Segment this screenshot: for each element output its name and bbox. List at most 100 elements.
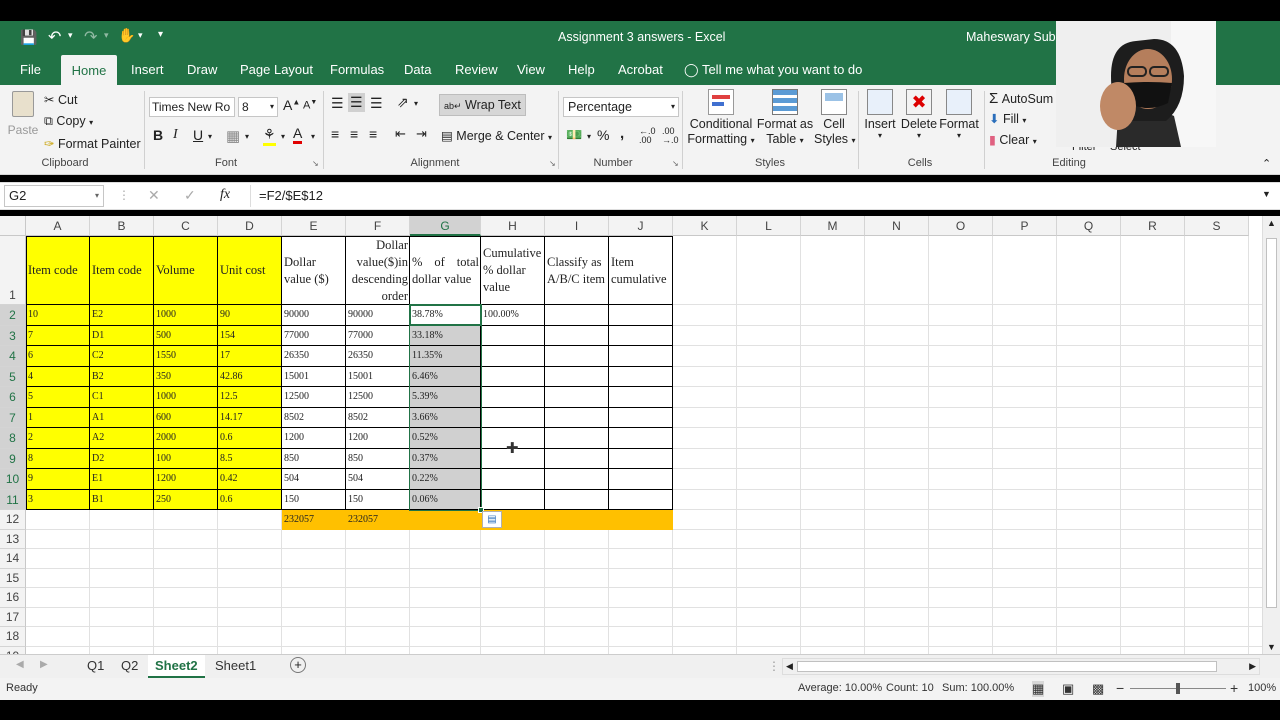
undo-dropdown-icon[interactable]: ▾ (68, 30, 73, 41)
column-header-o[interactable]: O (929, 216, 993, 236)
header-cell-d[interactable]: Unit cost (218, 236, 282, 305)
tab-help[interactable]: Help (558, 53, 605, 85)
data-cell-d10[interactable]: 0.42 (218, 469, 282, 490)
tab-file[interactable]: File (10, 53, 51, 85)
data-cell-d11[interactable]: 0.6 (218, 490, 282, 511)
data-cell-d5[interactable]: 42.86 (218, 367, 282, 388)
orientation-dropdown-icon[interactable]: ▾ (414, 99, 418, 108)
font-color-icon[interactable]: A (293, 125, 303, 144)
column-header-m[interactable]: M (801, 216, 865, 236)
data-cell-d9[interactable]: 8.5 (218, 449, 282, 470)
data-cell-d8[interactable]: 0.6 (218, 428, 282, 449)
total-cell-f[interactable]: 232057 (346, 510, 410, 530)
row-header-19[interactable]: 19 (0, 646, 26, 654)
data-cell-b7[interactable]: A1 (90, 408, 154, 429)
name-box[interactable]: G2 ▾ (4, 185, 104, 207)
increase-decimal-icon[interactable]: ←.0.00 (639, 127, 656, 145)
header-cell-g[interactable]: % of total dollar value (410, 236, 481, 305)
zoom-in-icon[interactable]: + (1230, 680, 1238, 696)
borders-dropdown-icon[interactable]: ▾ (245, 132, 249, 141)
data-cell-d2[interactable]: 90 (218, 305, 282, 326)
align-top-icon[interactable]: ☰ (331, 95, 344, 112)
data-cell-e6[interactable]: 12500 (282, 387, 346, 408)
decrease-indent-icon[interactable]: ⇤ (395, 126, 406, 142)
scroll-right-icon[interactable]: ▶ (1249, 661, 1256, 672)
align-right-icon[interactable]: ≡ (369, 126, 377, 142)
data-cell-d7[interactable]: 14.17 (218, 408, 282, 429)
data-cell-b5[interactable]: B2 (90, 367, 154, 388)
prev-sheet-icon[interactable]: ◀ (16, 659, 24, 670)
font-launcher-icon[interactable]: ↘ (312, 159, 319, 168)
data-cell-a6[interactable]: 5 (26, 387, 90, 408)
insert-function-button[interactable]: fx (220, 187, 230, 203)
column-header-e[interactable]: E (282, 216, 346, 236)
collapse-ribbon-icon[interactable]: ⌃ (1262, 157, 1271, 170)
data-cell-h11[interactable] (481, 490, 545, 511)
row-header-5[interactable]: 5 (0, 366, 26, 387)
undo-icon[interactable]: ↶ (48, 27, 61, 47)
enter-icon[interactable]: ✓ (184, 187, 196, 204)
data-cell-b6[interactable]: C1 (90, 387, 154, 408)
touch-mode-icon[interactable]: ✋ (118, 27, 135, 44)
font-color-dropdown-icon[interactable]: ▾ (311, 132, 315, 141)
zoom-level[interactable]: 100% (1248, 682, 1276, 694)
data-cell-f5[interactable]: 15001 (346, 367, 410, 388)
data-cell-h6[interactable] (481, 387, 545, 408)
data-cell-a9[interactable]: 8 (26, 449, 90, 470)
column-header-l[interactable]: L (737, 216, 801, 236)
column-header-s[interactable]: S (1185, 216, 1249, 236)
row-header-3[interactable]: 3 (0, 325, 26, 346)
row-header-12[interactable]: 12 (0, 510, 26, 530)
tab-split-icon[interactable]: ⋮ (768, 659, 780, 673)
data-cell-h7[interactable] (481, 408, 545, 429)
row-header-17[interactable]: 17 (0, 607, 26, 627)
data-cell-a7[interactable]: 1 (26, 408, 90, 429)
data-cell-b8[interactable]: A2 (90, 428, 154, 449)
tab-home[interactable]: Home (61, 55, 117, 85)
data-cell-a10[interactable]: 9 (26, 469, 90, 490)
user-name[interactable]: Maheswary Subra (966, 30, 1067, 44)
quick-analysis-button[interactable]: ▤ (482, 511, 502, 528)
row-header-4[interactable]: 4 (0, 346, 26, 367)
header-cell-b[interactable]: Item code (90, 236, 154, 305)
tab-review[interactable]: Review (445, 53, 508, 85)
data-cell-f10[interactable]: 504 (346, 469, 410, 490)
data-cell-c4[interactable]: 1550 (154, 346, 218, 367)
borders-icon[interactable]: ▦ (226, 127, 240, 145)
data-cell-h4[interactable] (481, 346, 545, 367)
data-cell-f3[interactable]: 77000 (346, 326, 410, 347)
number-launcher-icon[interactable]: ↘ (672, 159, 679, 168)
row-header-13[interactable]: 13 (0, 529, 26, 549)
data-cell-c3[interactable]: 500 (154, 326, 218, 347)
row-header-1[interactable]: 1 (0, 236, 26, 305)
row-header-10[interactable]: 10 (0, 469, 26, 490)
row-header-8[interactable]: 8 (0, 428, 26, 449)
data-cell-f2[interactable]: 90000 (346, 305, 410, 326)
decrease-font-icon[interactable]: A▼ (303, 99, 317, 112)
format-painter-button[interactable]: ✑ Format Painter (44, 136, 141, 151)
data-cell-f7[interactable]: 8502 (346, 408, 410, 429)
column-header-q[interactable]: Q (1057, 216, 1121, 236)
align-left-icon[interactable]: ≡ (331, 126, 339, 142)
data-cell-d6[interactable]: 12.5 (218, 387, 282, 408)
format-cells-button[interactable]: Format ▾ (938, 89, 980, 140)
cancel-icon[interactable]: ✕ (148, 187, 160, 204)
wrap-text-button[interactable]: ab↵ Wrap Text (439, 94, 526, 116)
formula-input[interactable]: =F2/$E$12 (250, 185, 1260, 207)
data-cell-b9[interactable]: D2 (90, 449, 154, 470)
row-header-6[interactable]: 6 (0, 387, 26, 408)
zoom-out-icon[interactable]: − (1116, 680, 1124, 696)
row-header-16[interactable]: 16 (0, 588, 26, 608)
cut-button[interactable]: ✂ Cut (44, 92, 77, 107)
data-cell-e4[interactable]: 26350 (282, 346, 346, 367)
data-cell-b2[interactable]: E2 (90, 305, 154, 326)
data-cell-f8[interactable]: 1200 (346, 428, 410, 449)
row-header-9[interactable]: 9 (0, 448, 26, 469)
row-header-7[interactable]: 7 (0, 407, 26, 428)
data-cell-a2[interactable]: 10 (26, 305, 90, 326)
data-cell-c9[interactable]: 100 (154, 449, 218, 470)
data-cell-e11[interactable]: 150 (282, 490, 346, 511)
horizontal-scroll-thumb[interactable] (797, 661, 1217, 672)
sheet-tab-q2[interactable]: Q2 (114, 655, 145, 678)
delete-cells-button[interactable]: ✖ Delete ▾ (900, 89, 938, 140)
